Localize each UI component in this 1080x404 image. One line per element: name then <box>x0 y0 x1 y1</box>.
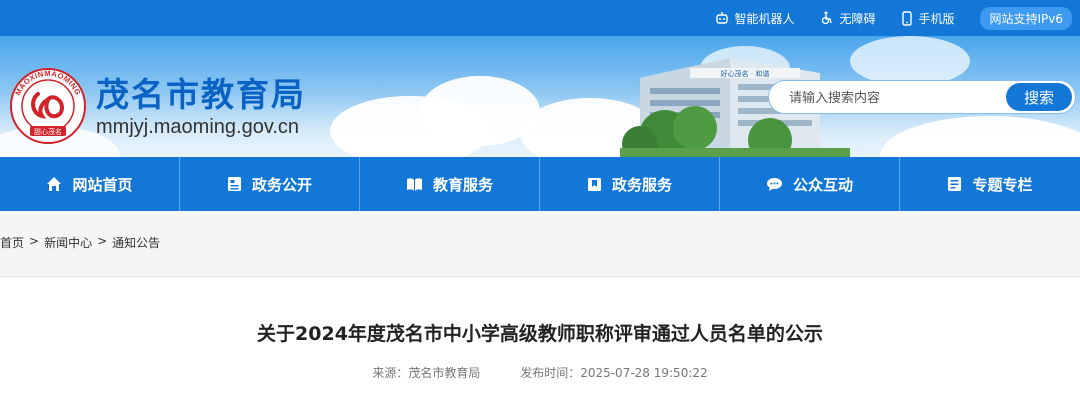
wheelchair-icon <box>822 11 833 25</box>
phone-icon <box>902 10 913 26</box>
nav-item-public-interaction[interactable]: 公众互动 <box>720 157 900 211</box>
accessibility-label: 无障碍 <box>839 11 876 26</box>
svg-text:好心茂名 · 和谐: 好心茂名 · 和谐 <box>721 69 770 78</box>
article-source: 来源：茂名市教育局 <box>372 366 481 380</box>
robot-icon <box>716 12 729 24</box>
nav-label: 政务公开 <box>251 175 312 194</box>
breadcrumb-separator: > <box>29 234 40 248</box>
site-name[interactable]: 茂名市教育局 <box>96 68 306 116</box>
book-icon <box>406 177 422 191</box>
chat-icon <box>766 177 782 191</box>
nav-item-home[interactable]: 网站首页 <box>0 157 180 211</box>
breadcrumb-news-center[interactable]: 新闻中心 <box>44 234 92 251</box>
document-icon <box>227 177 241 191</box>
home-icon <box>47 177 62 191</box>
article-publish-time: 发布时间：2025-07-28 19:50:22 <box>520 366 708 380</box>
nav-label: 教育服务 <box>432 175 493 194</box>
article-panel: 关于2024年度茂名市中小学高级教师职称评审通过人员名单的公示 来源：茂名市教育… <box>0 276 1080 404</box>
nav-item-gov-services[interactable]: 政务服务 <box>540 157 720 211</box>
nav-item-special-topics[interactable]: 专题专栏 <box>900 157 1080 211</box>
robot-label: 智能机器人 <box>734 11 795 26</box>
cloud-decoration <box>850 36 970 86</box>
site-domain: mmjyj.maoming.gov.cn <box>96 116 300 138</box>
article-meta: 来源：茂名市教育局 发布时间：2025-07-28 19:50:22 <box>0 364 1080 381</box>
cloud-decoration <box>880 116 1080 157</box>
breadcrumb-notices[interactable]: 通知公告 <box>112 234 160 251</box>
mobile-label: 手机版 <box>918 11 955 26</box>
breadcrumb-separator: > <box>97 234 108 248</box>
search-box: 搜索 <box>768 80 1076 114</box>
search-input[interactable] <box>789 87 989 109</box>
nav-item-gov-disclosure[interactable]: 政务公开 <box>180 157 360 211</box>
robot-link[interactable]: 智能机器人 <box>715 10 794 27</box>
list-icon <box>948 177 962 191</box>
nav-label: 政务服务 <box>611 175 672 194</box>
svg-text:甜心茂名: 甜心茂名 <box>34 127 62 136</box>
breadcrumb-home[interactable]: 首页 <box>0 234 24 251</box>
mobile-link[interactable]: 手机版 <box>901 10 954 27</box>
accessibility-link[interactable]: 无障碍 <box>820 10 875 27</box>
ipv6-badge: 网站支持IPv6 <box>980 6 1072 30</box>
nav-label: 专题专栏 <box>972 175 1033 194</box>
article-title: 关于2024年度茂名市中小学高级教师职称评审通过人员名单的公示 <box>257 323 823 345</box>
header-banner: MAOXINMAOMING 甜心茂名 茂名市教育局 mmjyj.maoming.… <box>0 36 1080 157</box>
bureau-logo: MAOXINMAOMING 甜心茂名 <box>10 68 86 144</box>
nav-item-education-services[interactable]: 教育服务 <box>360 157 540 211</box>
top-links: 智能机器人 无障碍 手机版 网站支持IPv6 <box>715 0 1072 36</box>
search-button[interactable]: 搜索 <box>1006 83 1072 111</box>
nav-label: 网站首页 <box>72 175 133 194</box>
top-bar: 智能机器人 无障碍 手机版 网站支持IPv6 <box>0 0 1080 36</box>
bookmark-icon <box>587 177 601 191</box>
main-nav: 网站首页 政务公开 教育服务 政务服务 公众互动 专题专栏 <box>0 157 1080 211</box>
breadcrumb: 首页 > 新闻中心 > 通知公告 <box>0 234 160 251</box>
nav-label: 公众互动 <box>792 175 853 194</box>
